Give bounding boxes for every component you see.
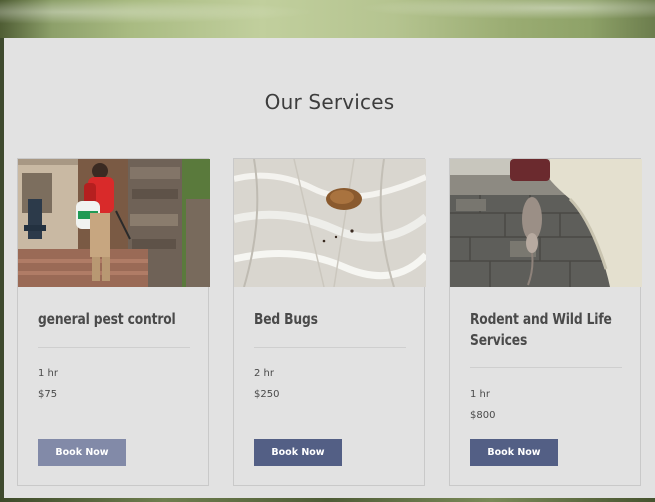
book-now-button[interactable]: Book Now — [254, 439, 342, 466]
technician-spraying-porch-photo — [18, 159, 210, 287]
service-card-rodent-wildlife: Rodent and Wild Life Services 1 hr $800 … — [449, 158, 642, 486]
service-card-bed-bugs: Bed Bugs 2 hr $250 Book Now — [233, 158, 426, 486]
book-now-button[interactable]: Book Now — [38, 439, 126, 466]
bed-bug-on-fabric-photo — [234, 159, 426, 287]
book-now-button[interactable]: Book Now — [470, 439, 558, 466]
service-duration: 1 hr — [38, 368, 58, 379]
divider — [254, 347, 406, 348]
divider — [38, 347, 190, 348]
service-card-general-pest-control: general pest control 1 hr $75 Book Now — [17, 158, 210, 486]
service-price: $250 — [254, 389, 280, 400]
services-section: Our Services general pest control 1 hr $… — [4, 38, 655, 498]
rodent-held-by-gloved-hand-photo — [450, 159, 642, 287]
service-price: $75 — [38, 389, 58, 400]
service-duration: 1 hr — [470, 389, 490, 400]
background-foliage-top — [0, 0, 655, 40]
service-price: $800 — [470, 410, 496, 421]
service-name: general pest control — [38, 310, 176, 328]
background-foliage-bottom — [0, 498, 655, 502]
service-duration: 2 hr — [254, 368, 274, 379]
service-name: Bed Bugs — [254, 310, 318, 328]
service-name: Rodent and Wild Life Services — [470, 310, 612, 349]
divider — [470, 367, 622, 368]
section-title: Our Services — [264, 90, 395, 114]
